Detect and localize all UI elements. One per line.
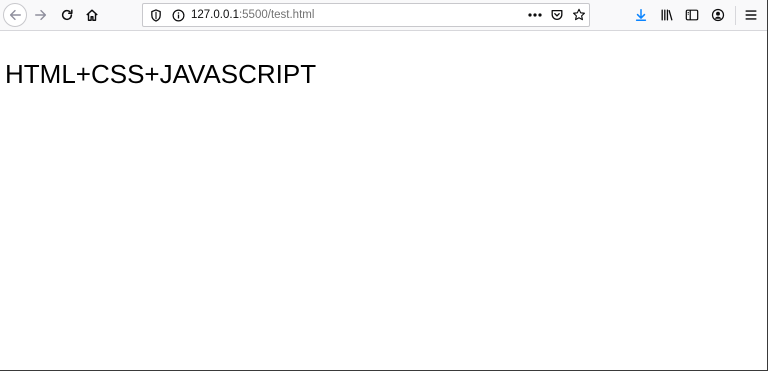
- sidebar-icon: [685, 9, 699, 21]
- page-heading: HTML+CSS+JAVASCRIPT: [5, 59, 317, 89]
- info-icon: [172, 9, 184, 21]
- url-text[interactable]: 127.0.0.1:5500/test.html: [191, 4, 314, 26]
- star-icon: [573, 8, 585, 21]
- page-actions-button[interactable]: [527, 7, 543, 23]
- hamburger-menu-icon: [745, 10, 757, 20]
- download-icon: [635, 9, 647, 21]
- library-button[interactable]: [655, 3, 679, 27]
- library-icon: [661, 9, 673, 21]
- more-horizontal-icon: [528, 13, 542, 17]
- browser-toolbar: 127.0.0.1:5500/test.html: [0, 0, 767, 31]
- toolbar-divider: [735, 6, 736, 25]
- sidebar-button[interactable]: [680, 3, 704, 27]
- downloads-button[interactable]: [629, 3, 653, 27]
- menu-button[interactable]: [739, 3, 763, 27]
- forward-button[interactable]: [29, 3, 53, 27]
- tracking-protection-button[interactable]: [148, 7, 164, 23]
- home-icon: [86, 9, 98, 21]
- reload-icon: [61, 9, 73, 21]
- url-host: 127.0.0.1: [191, 9, 239, 21]
- bookmark-star-button[interactable]: [571, 7, 587, 23]
- arrow-right-icon: [35, 9, 47, 21]
- site-info-button[interactable]: [170, 7, 186, 23]
- url-path: :5500/test.html: [238, 9, 315, 21]
- arrow-left-icon: [9, 9, 21, 21]
- pocket-button[interactable]: [549, 7, 565, 23]
- shield-icon: [151, 8, 161, 22]
- address-bar[interactable]: 127.0.0.1:5500/test.html: [142, 3, 590, 27]
- reload-button[interactable]: [55, 3, 79, 27]
- pocket-icon: [551, 9, 563, 20]
- account-icon: [711, 8, 725, 22]
- home-button[interactable]: [80, 3, 104, 27]
- account-button[interactable]: [706, 3, 730, 27]
- back-button[interactable]: [3, 3, 27, 27]
